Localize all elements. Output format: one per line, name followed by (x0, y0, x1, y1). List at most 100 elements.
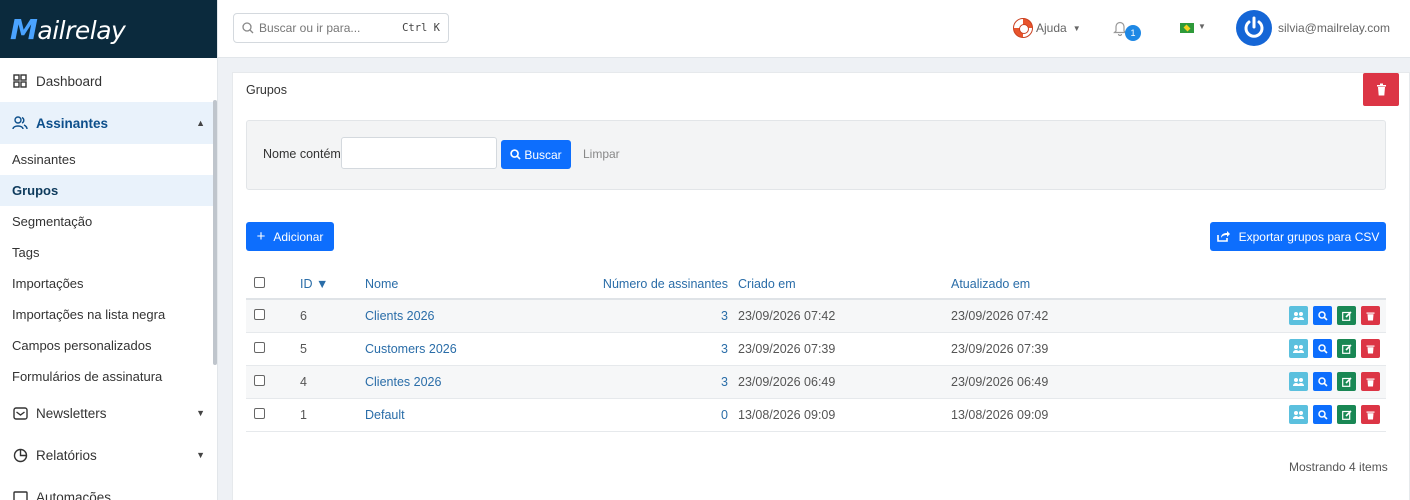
search-button[interactable]: Buscar (501, 140, 571, 169)
delete-button[interactable] (1361, 306, 1380, 326)
view-subscribers-button[interactable] (1289, 339, 1308, 358)
delete-button[interactable] (1361, 405, 1380, 424)
group-name-link[interactable]: Clients 2026 (365, 309, 435, 323)
plus-icon: + (256, 228, 266, 245)
sidebar-subitem-formularios[interactable]: Formulários de assinatura (0, 361, 217, 392)
row-subscribers[interactable]: 3 (597, 332, 738, 366)
sidebar-item-newsletters[interactable]: Newsletters ▼ (0, 392, 217, 434)
sidebar-subitem-grupos[interactable]: Grupos (0, 175, 217, 206)
view-button[interactable] (1313, 372, 1332, 391)
sidebar-item-label: Relatórios (36, 447, 97, 463)
group-name-link[interactable]: Clientes 2026 (365, 375, 441, 389)
table-row: 6 Clients 2026 3 23/09/2026 07:42 23/09/… (246, 299, 1386, 333)
view-subscribers-button[interactable] (1289, 372, 1308, 391)
column-header-actions (1131, 269, 1386, 300)
row-updated: 23/09/2026 07:39 (951, 332, 1131, 366)
search-input[interactable]: Buscar ou ir para... Ctrl K (233, 13, 449, 43)
sidebar-item-label: Automações (36, 489, 112, 500)
delete-selected-button[interactable] (1363, 73, 1399, 106)
view-button[interactable] (1313, 339, 1332, 358)
sidebar-subitem-importacoes-lista-negra[interactable]: Importações na lista negra (0, 299, 217, 330)
column-header-id[interactable]: ID ▼ (288, 269, 365, 300)
column-header-created[interactable]: Criado em (738, 269, 951, 300)
row-select-cell (246, 299, 288, 333)
sidebar-subitem-segmentacao[interactable]: Segmentação (0, 206, 217, 237)
row-actions (1131, 299, 1386, 333)
sidebar-subitem-importacoes[interactable]: Importações (0, 268, 217, 299)
export-csv-button[interactable]: Exportar grupos para CSV (1210, 222, 1386, 251)
chevron-down-icon[interactable]: ▼ (1198, 22, 1206, 31)
edit-icon (1341, 376, 1352, 387)
trash-icon (1366, 411, 1375, 419)
delete-button[interactable] (1361, 339, 1380, 358)
row-id: 5 (288, 332, 365, 366)
chevron-down-icon: ▼ (196, 408, 205, 418)
trash-icon (1366, 378, 1375, 386)
row-checkbox[interactable] (254, 308, 265, 320)
sidebar: Mailrelay Dashboard Assinantes ▲ Assinan… (0, 0, 218, 500)
sidebar-item-label: Assinantes (36, 115, 109, 131)
add-group-button[interactable]: + Adicionar (246, 222, 334, 251)
delete-button[interactable] (1361, 372, 1380, 391)
view-subscribers-button[interactable] (1289, 405, 1308, 424)
sidebar-item-automacoes[interactable]: Automações (0, 476, 217, 500)
lifebuoy-icon (1013, 18, 1033, 38)
mail-icon (12, 405, 28, 421)
share-icon (1216, 231, 1230, 242)
brazil-flag-icon[interactable] (1180, 23, 1194, 33)
sidebar-subitem-campos-personalizados[interactable]: Campos personalizados (0, 330, 217, 361)
users-icon (12, 115, 28, 131)
search-icon (242, 22, 254, 34)
name-filter-input[interactable] (341, 137, 497, 169)
notifications-button[interactable]: 1 (1113, 20, 1143, 41)
sidebar-item-assinantes[interactable]: Assinantes ▲ (0, 102, 217, 144)
sidebar-subitem-tags[interactable]: Tags (0, 237, 217, 268)
table-header-row: ID ▼ Nome Número de assinantes Criado em… (246, 269, 1386, 300)
row-subscribers[interactable]: 3 (597, 365, 738, 399)
row-checkbox[interactable] (254, 374, 265, 386)
edit-button[interactable] (1337, 339, 1356, 358)
help-menu[interactable]: Ajuda ▼ (1013, 18, 1081, 38)
user-email[interactable]: silvia@mailrelay.com (1278, 21, 1410, 35)
clear-button[interactable]: Limpar (583, 147, 620, 161)
help-label: Ajuda (1036, 21, 1067, 35)
edit-button[interactable] (1337, 405, 1356, 424)
sidebar-subitem-assinantes[interactable]: Assinantes (0, 144, 217, 175)
edit-button[interactable] (1337, 306, 1356, 326)
sidebar-item-relatorios[interactable]: Relatórios ▼ (0, 434, 217, 476)
users-icon (1293, 311, 1304, 320)
row-name-cell: Default (365, 398, 597, 432)
avatar[interactable] (1236, 10, 1272, 46)
row-checkbox[interactable] (254, 407, 265, 419)
filter-label: Nome contém (263, 147, 341, 161)
group-name-link[interactable]: Customers 2026 (365, 342, 457, 356)
users-icon (1293, 377, 1304, 386)
sidebar-item-dashboard[interactable]: Dashboard (0, 60, 217, 102)
view-subscribers-button[interactable] (1289, 306, 1308, 326)
row-created: 23/09/2026 06:49 (738, 365, 951, 399)
trash-icon (1366, 312, 1375, 321)
edit-button[interactable] (1337, 372, 1356, 391)
view-button[interactable] (1313, 306, 1332, 326)
logo[interactable]: Mailrelay (10, 13, 126, 46)
search-shortcut: Ctrl K (402, 22, 440, 34)
search-placeholder: Buscar ou ir para... (259, 21, 361, 35)
topbar: Buscar ou ir para... Ctrl K Ajuda ▼ 1 ▼ … (218, 0, 1410, 58)
column-header-updated[interactable]: Atualizado em (951, 269, 1131, 300)
row-subscribers[interactable]: 3 (597, 299, 738, 333)
row-select-cell (246, 398, 288, 432)
search-button-label: Buscar (524, 147, 562, 162)
sidebar-scrollbar[interactable] (213, 100, 217, 365)
select-all-checkbox[interactable] (254, 276, 265, 288)
column-header-name[interactable]: Nome (365, 269, 597, 300)
row-actions (1131, 398, 1386, 432)
group-name-link[interactable]: Default (365, 408, 405, 422)
view-button[interactable] (1313, 405, 1332, 424)
row-name-cell: Clientes 2026 (365, 365, 597, 399)
edit-icon (1341, 409, 1352, 420)
row-subscribers[interactable]: 0 (597, 398, 738, 432)
column-header-subscribers[interactable]: Número de assinantes (597, 269, 738, 300)
row-checkbox[interactable] (254, 341, 265, 353)
sidebar-item-label: Dashboard (36, 73, 103, 89)
chevron-down-icon: ▼ (196, 450, 205, 460)
